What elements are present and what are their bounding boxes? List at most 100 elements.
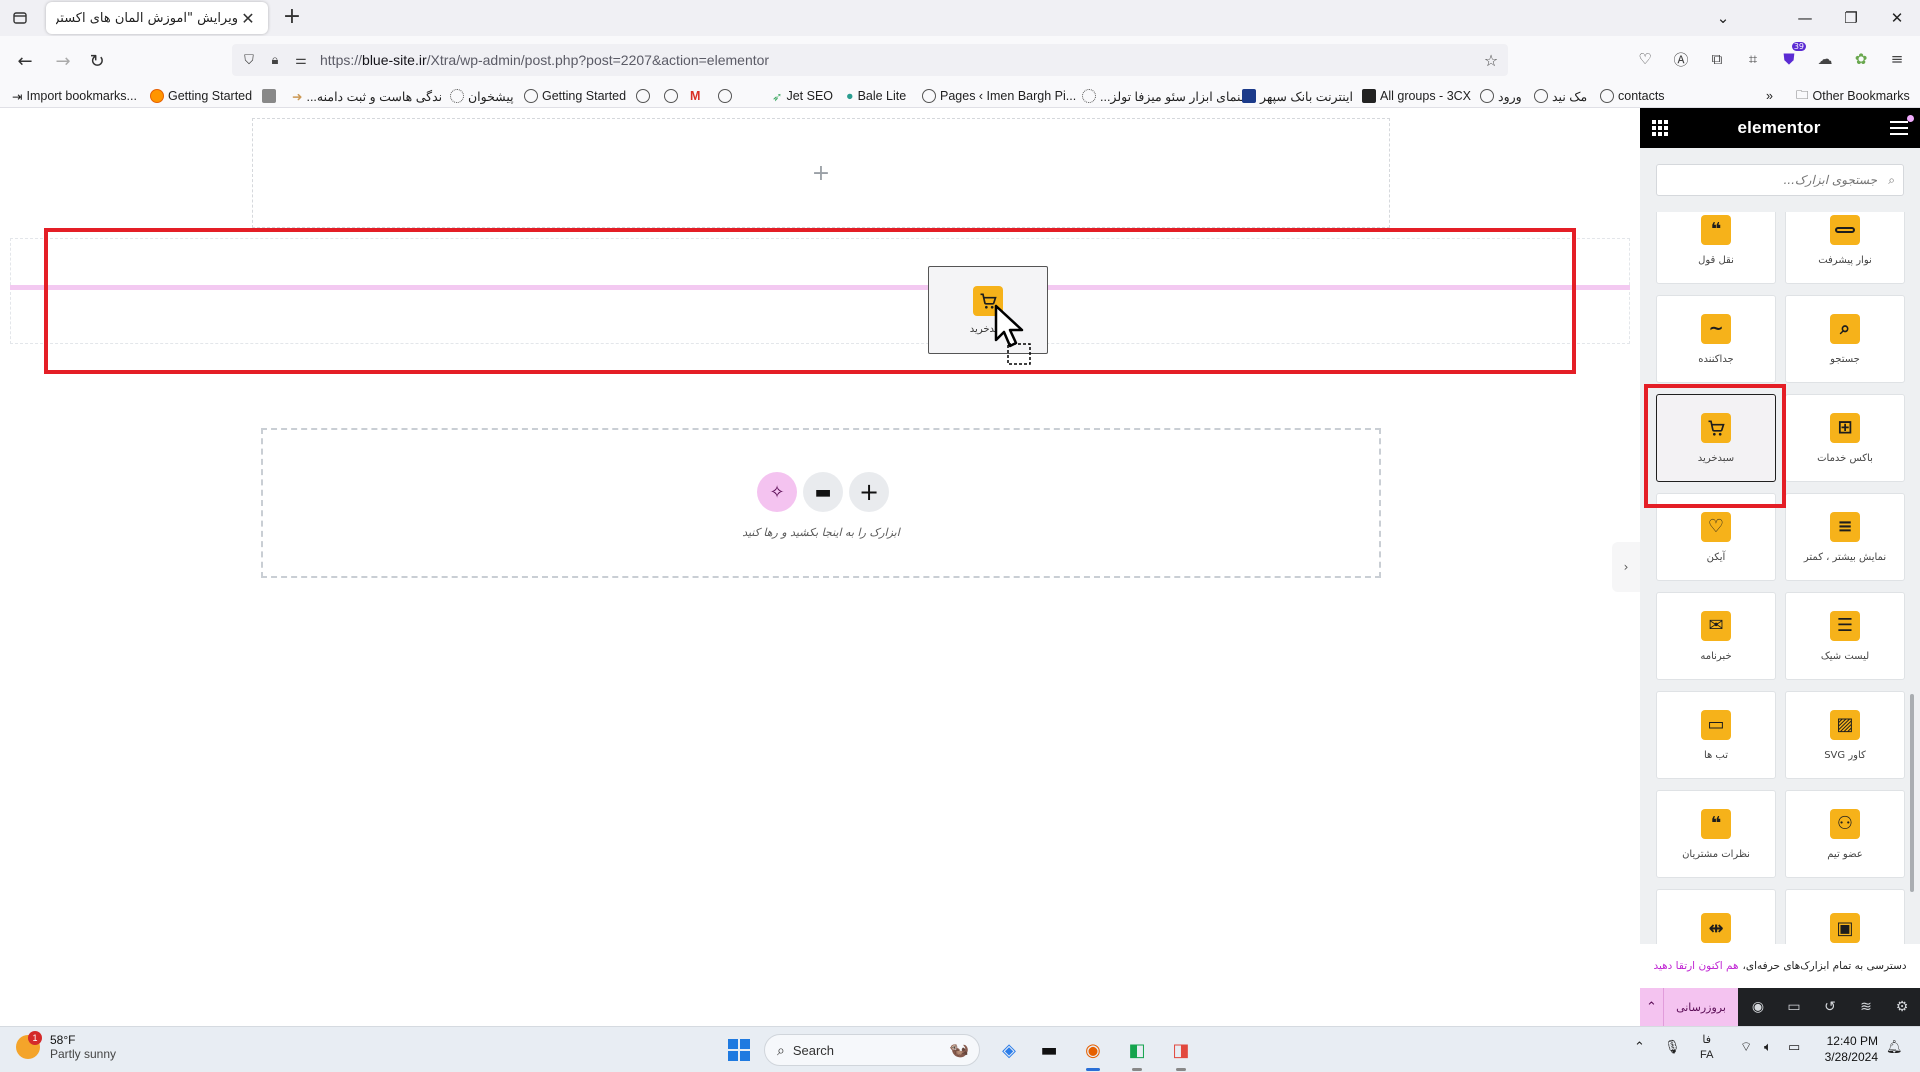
- template-library-button[interactable]: ▬: [803, 472, 843, 512]
- wifi-icon[interactable]: ⌔: [1740, 1039, 1752, 1055]
- bookmark-item[interactable]: [664, 87, 682, 105]
- notification-bell-icon[interactable]: 🔔︎: [1886, 1039, 1903, 1055]
- widget-divider[interactable]: ∼ جداکننده: [1656, 295, 1776, 383]
- tab-close-icon[interactable]: ✕: [238, 8, 258, 28]
- permissions-icon[interactable]: ⚌: [292, 51, 310, 69]
- weather-widget[interactable]: 1 58°F Partly sunny: [16, 1031, 116, 1061]
- widget-image[interactable]: ▣: [1785, 889, 1905, 944]
- bookmark-item[interactable]: ● Bale Lite: [846, 87, 906, 105]
- volume-icon[interactable]: 🔈︎: [1764, 1039, 1772, 1055]
- bookmark-label: اینترنت بانک سپهر: [1260, 89, 1353, 104]
- add-section-area[interactable]: ✧ ▬ + ابزارک را به اینجا بکشید و رها کنی…: [261, 428, 1381, 578]
- apps-grid-icon[interactable]: [1652, 120, 1668, 136]
- upgrade-notice: دسترسی به تمام ابزارک‌های حرفه‌ای، هم اک…: [1640, 944, 1920, 988]
- bookmark-item[interactable]: ➶ Jet SEO: [772, 87, 833, 105]
- forward-arrow-icon[interactable]: →: [50, 48, 76, 74]
- account-icon[interactable]: Ⓐ: [1668, 46, 1694, 72]
- lock-icon[interactable]: 🔒︎: [266, 51, 284, 69]
- tab-list-button[interactable]: [8, 6, 32, 30]
- clock[interactable]: 12:40 PM 3/28/2024: [1812, 1033, 1878, 1065]
- chevron-up-icon[interactable]: ⌃: [1640, 988, 1664, 1026]
- active-tab[interactable]: ویرایش "آموزش المان های اکسترا ... ✕: [46, 2, 268, 34]
- camtasia-green-icon[interactable]: ◧: [1122, 1035, 1152, 1071]
- add-element-plus-icon[interactable]: +: [812, 161, 830, 186]
- close-window-button[interactable]: ✕: [1874, 4, 1920, 32]
- bookmark-item[interactable]: contacts: [1600, 87, 1665, 105]
- bookmark-item[interactable]: All groups - 3CX: [1362, 87, 1471, 105]
- preview-eye-icon[interactable]: ◉: [1740, 988, 1776, 1026]
- shield-icon[interactable]: ⛉: [240, 51, 258, 69]
- bookmark-item[interactable]: [718, 87, 736, 105]
- back-arrow-icon[interactable]: ←: [12, 48, 38, 74]
- widget-progress-bar[interactable]: نوار پیشرفت: [1785, 212, 1905, 284]
- responsive-mode-icon[interactable]: ▭: [1776, 988, 1812, 1026]
- hamburger-menu-icon[interactable]: [1890, 115, 1914, 135]
- extensions-icon[interactable]: ⧉: [1704, 46, 1730, 72]
- bookmark-star-icon[interactable]: ☆: [1482, 51, 1500, 70]
- bookmark-item[interactable]: پیشخوان: [450, 87, 514, 105]
- bookmark-item[interactable]: [636, 87, 654, 105]
- terminal-icon[interactable]: ▬: [1034, 1035, 1064, 1065]
- camtasia-red-icon[interactable]: ◨: [1166, 1035, 1196, 1071]
- widget-read-more[interactable]: ≡ نمایش بیشتر ، کمتر: [1785, 493, 1905, 581]
- url-host: blue-site.ir: [362, 52, 427, 68]
- widget-team-member[interactable]: ⚇ عضو تیم: [1785, 790, 1905, 878]
- bookmark-item[interactable]: [262, 87, 280, 105]
- widget-testimonials[interactable]: ❝ نظرات مشتریان: [1656, 790, 1776, 878]
- search-icon: ⌕: [777, 1041, 785, 1058]
- history-icon[interactable]: ↺: [1812, 988, 1848, 1026]
- restore-button[interactable]: ❐: [1828, 4, 1874, 32]
- addon-icon[interactable]: ✿: [1848, 46, 1874, 72]
- bookmark-item[interactable]: ...سنمای ابزار سئو میزفا تولز: [1082, 87, 1251, 105]
- widget-svg-cover[interactable]: ▨ کاور SVG: [1785, 691, 1905, 779]
- widget-service-box[interactable]: ⊞ باکس خدمات: [1785, 394, 1905, 482]
- firefox-icon[interactable]: ◉: [1078, 1035, 1108, 1071]
- battery-icon[interactable]: ▭: [1788, 1039, 1800, 1055]
- widget-tabs[interactable]: ▭ تب ها: [1656, 691, 1776, 779]
- panel-scrollbar[interactable]: [1910, 694, 1914, 892]
- address-bar[interactable]: ⛉ 🔒︎ ⚌ https://blue-site.ir/Xtra/wp-admi…: [232, 44, 1508, 76]
- copilot-icon[interactable]: ◈: [994, 1035, 1024, 1065]
- bookmark-item[interactable]: ⇥ Import bookmarks...: [12, 87, 137, 105]
- widget-search-input[interactable]: [1657, 165, 1903, 195]
- add-section-button[interactable]: +: [849, 472, 889, 512]
- tab-overflow-chevron-icon[interactable]: ⌄: [1700, 4, 1746, 32]
- minimize-button[interactable]: —: [1782, 4, 1828, 32]
- widget-quote[interactable]: ❝ نقل قول: [1656, 212, 1776, 284]
- bookmark-item[interactable]: Pages ‹ Imen Bargh Pi...: [922, 87, 1076, 105]
- windows-start-icon[interactable]: [728, 1039, 750, 1061]
- publish-button[interactable]: ⌃ بروزرسانی: [1640, 988, 1738, 1026]
- widget-newsletter[interactable]: ✉ خبرنامه: [1656, 592, 1776, 680]
- cloud-icon[interactable]: ☁: [1812, 46, 1838, 72]
- new-tab-button[interactable]: +: [280, 6, 304, 30]
- taskbar-search[interactable]: ⌕ Search 🦦: [764, 1034, 980, 1066]
- tray-overflow-chevron-icon[interactable]: ⌃: [1634, 1039, 1645, 1055]
- panel-collapse-toggle[interactable]: ›: [1612, 542, 1640, 592]
- other-bookmarks[interactable]: 🗀 Other Bookmarks: [1796, 87, 1910, 105]
- bookmark-item[interactable]: اینترنت بانک سپهر: [1242, 87, 1353, 105]
- extension-shield-icon[interactable]: ⛊ 39: [1776, 42, 1806, 72]
- widget-search[interactable]: ⌕ جستجو: [1785, 295, 1905, 383]
- menu-icon[interactable]: ≡: [1884, 46, 1910, 72]
- bookmark-item[interactable]: Getting Started: [150, 87, 252, 105]
- widget-search[interactable]: ⌕: [1656, 164, 1904, 196]
- ai-sparkle-button[interactable]: ✧: [757, 472, 797, 512]
- microphone-icon[interactable]: 🎙︎: [1664, 1039, 1681, 1055]
- url-text[interactable]: https://blue-site.ir/Xtra/wp-admin/post.…: [320, 52, 769, 68]
- pocket-icon[interactable]: ♡: [1632, 46, 1658, 72]
- reload-icon[interactable]: ↻: [84, 48, 110, 74]
- bookmark-item[interactable]: ورود: [1480, 87, 1522, 105]
- bookmark-item[interactable]: M: [690, 87, 700, 105]
- empty-container[interactable]: +: [252, 118, 1390, 228]
- crop-icon[interactable]: ⌗: [1740, 46, 1766, 72]
- upgrade-link[interactable]: هم اکنون ارتقا دهید: [1653, 960, 1738, 972]
- settings-gear-icon[interactable]: ⚙: [1884, 988, 1920, 1026]
- bookmark-item[interactable]: ➜ ...ندگی هاست و ثبت دامنه: [292, 87, 442, 105]
- bookmark-item[interactable]: مک نید: [1534, 87, 1587, 105]
- language-indicator[interactable]: فا FA: [1700, 1033, 1713, 1063]
- bookmarks-overflow-chevron-icon[interactable]: »: [1766, 87, 1773, 105]
- navigator-layers-icon[interactable]: ≋: [1848, 988, 1884, 1026]
- widget-comparison[interactable]: ⇹: [1656, 889, 1776, 944]
- bookmark-item[interactable]: Getting Started: [524, 87, 626, 105]
- widget-list[interactable]: ☰ لیست شیک: [1785, 592, 1905, 680]
